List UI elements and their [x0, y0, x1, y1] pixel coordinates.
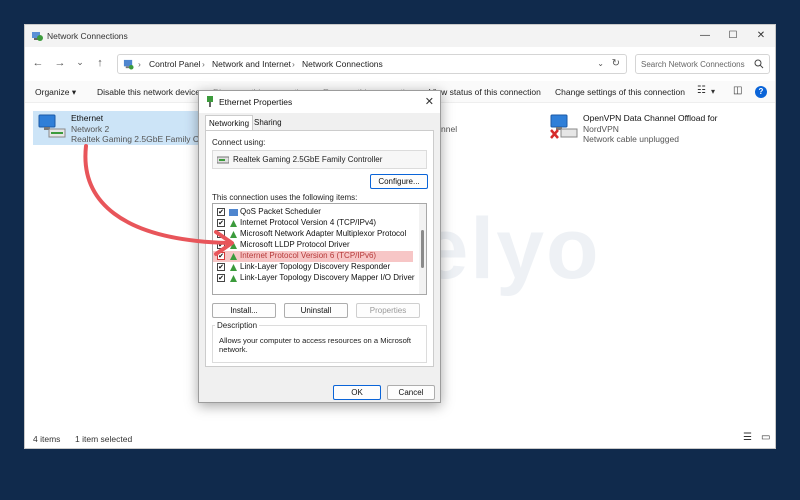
annotation-arrow	[83, 144, 234, 256]
description-label: Description	[215, 321, 260, 330]
